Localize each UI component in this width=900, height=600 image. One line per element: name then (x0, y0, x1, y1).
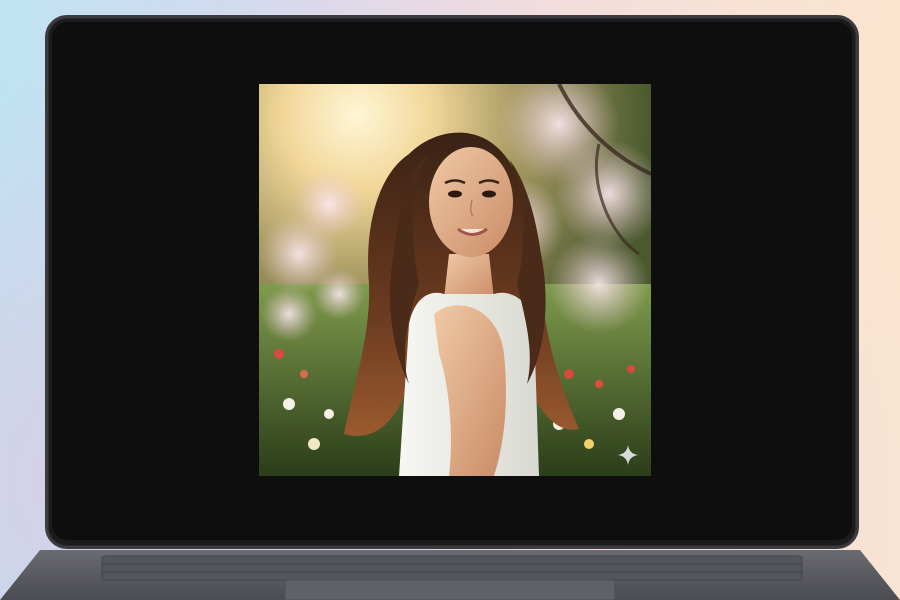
sparkle-icon (618, 445, 638, 465)
portrait-illustration (259, 84, 651, 476)
laptop-mockup (0, 0, 900, 600)
laptop-keyboard-deck (0, 550, 900, 600)
portrait-photo[interactable] (259, 84, 651, 476)
